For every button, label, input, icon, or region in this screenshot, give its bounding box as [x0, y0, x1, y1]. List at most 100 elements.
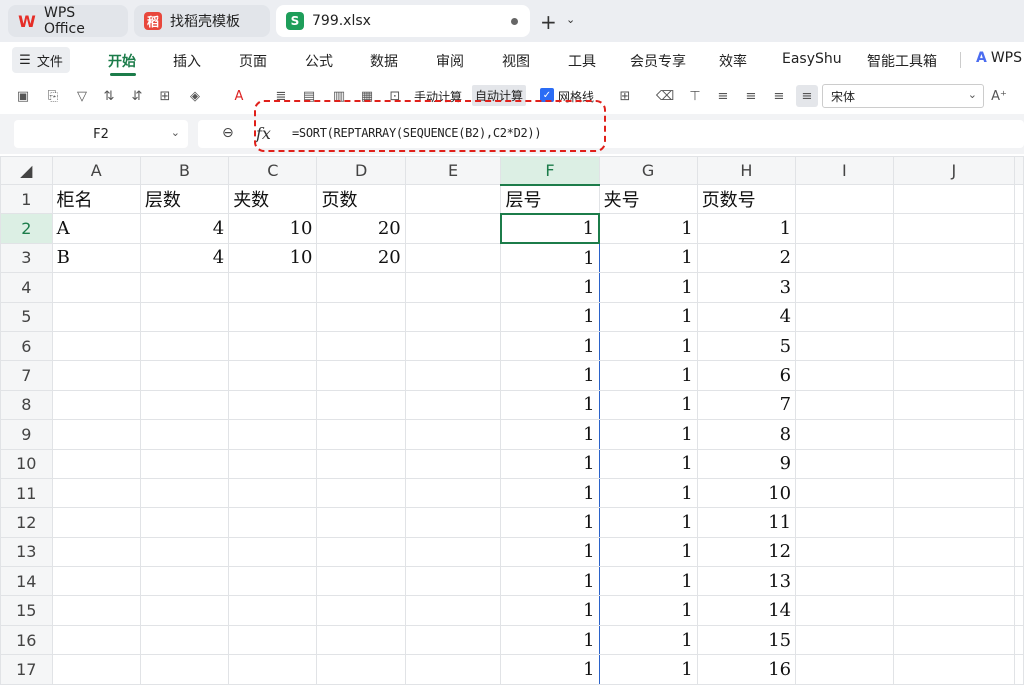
menu-home[interactable]: 开始 [108, 51, 136, 71]
cell-d4[interactable] [316, 272, 406, 303]
cell-d15[interactable] [316, 595, 406, 626]
row-header[interactable]: 4 [0, 272, 53, 303]
filter-icon[interactable]: ▽ [73, 87, 91, 105]
row-header[interactable]: 10 [0, 448, 53, 479]
cell-e2[interactable] [404, 213, 502, 244]
cell-h13[interactable]: 12 [696, 536, 797, 568]
cell-a10[interactable] [51, 448, 141, 479]
menu-easyshu[interactable]: EasyShu [782, 51, 842, 67]
cell-f12[interactable]: 1 [500, 507, 600, 538]
cell-blank[interactable] [1014, 360, 1024, 391]
cell-g17[interactable]: 1 [598, 654, 698, 685]
cell-i14[interactable] [795, 566, 894, 597]
row-header[interactable]: 14 [0, 566, 53, 597]
cell-blank[interactable] [1014, 301, 1024, 332]
cell-e7[interactable] [404, 360, 502, 391]
cell-b11[interactable] [139, 477, 230, 509]
cell-f10[interactable]: 1 [500, 448, 600, 479]
cell-format-icon[interactable]: ⊞ [616, 87, 634, 105]
cell-a7[interactable] [51, 360, 141, 391]
cell-c14[interactable] [228, 566, 318, 597]
font-family-select[interactable]: 宋体 ⌄ [822, 84, 984, 108]
column-header-c[interactable]: C [228, 156, 318, 185]
cell-i1[interactable] [795, 183, 894, 215]
cell-f17[interactable]: 1 [500, 654, 600, 685]
row-header[interactable]: 11 [0, 477, 53, 509]
cell-e6[interactable] [404, 330, 502, 362]
cell-a6[interactable] [51, 330, 141, 362]
cell-g8[interactable]: 1 [598, 389, 698, 421]
zoom-icon[interactable]: ⊖ [222, 125, 234, 141]
sort-desc-icon[interactable]: ⇵ [128, 87, 146, 105]
select-all-corner[interactable]: ◢ [0, 156, 53, 185]
cell-b3[interactable]: 4 [139, 242, 230, 274]
cell-f6[interactable]: 1 [500, 330, 600, 362]
cell-j11[interactable] [892, 477, 1016, 509]
menu-data[interactable]: 数据 [370, 51, 398, 71]
cell-blank[interactable] [1014, 595, 1024, 626]
align-top-icon[interactable]: ⊤ [686, 87, 704, 105]
cell-c2[interactable]: 10 [228, 213, 318, 244]
cell-g5[interactable]: 1 [598, 301, 698, 332]
cell-h6[interactable]: 5 [696, 330, 797, 362]
cell-a1[interactable]: 柜名 [51, 183, 141, 215]
cell-g16[interactable]: 1 [598, 624, 698, 656]
cell-i10[interactable] [795, 448, 894, 479]
cell-j8[interactable] [892, 389, 1016, 421]
cell-d16[interactable] [316, 624, 406, 656]
cell-c15[interactable] [228, 595, 318, 626]
cell-a4[interactable] [51, 272, 141, 303]
cell-i3[interactable] [795, 242, 894, 274]
cell-i11[interactable] [795, 477, 894, 509]
cell-j10[interactable] [892, 448, 1016, 479]
cell-j12[interactable] [892, 507, 1016, 538]
cell-c16[interactable] [228, 624, 318, 656]
cell-f5[interactable]: 1 [500, 301, 600, 332]
cell-e5[interactable] [404, 301, 502, 332]
cell-a5[interactable] [51, 301, 141, 332]
cell-a9[interactable] [51, 419, 141, 450]
increase-font-icon[interactable]: A⁺ [990, 87, 1008, 105]
cell-a13[interactable] [51, 536, 141, 568]
menu-page[interactable]: 页面 [239, 51, 267, 71]
cell-j15[interactable] [892, 595, 1016, 626]
cell-g10[interactable]: 1 [598, 448, 698, 479]
cell-i16[interactable] [795, 624, 894, 656]
menu-insert[interactable]: 插入 [173, 51, 201, 71]
cell-a17[interactable] [51, 654, 141, 685]
cell-d9[interactable] [316, 419, 406, 450]
cell-b14[interactable] [139, 566, 230, 597]
cell-blank[interactable] [1014, 389, 1024, 421]
cell-a12[interactable] [51, 507, 141, 538]
cell-c8[interactable] [228, 389, 318, 421]
cell-e10[interactable] [404, 448, 502, 479]
cell-h9[interactable]: 8 [696, 419, 797, 450]
cell-g11[interactable]: 1 [598, 477, 698, 509]
cell-e17[interactable] [404, 654, 502, 685]
cell-j13[interactable] [892, 536, 1016, 568]
cell-c3[interactable]: 10 [228, 242, 318, 274]
cell-b15[interactable] [139, 595, 230, 626]
cell-j2[interactable] [892, 213, 1016, 244]
new-tab-plus-icon[interactable]: + [540, 10, 557, 34]
cell-i6[interactable] [795, 330, 894, 362]
cell-d7[interactable] [316, 360, 406, 391]
clear-format-icon[interactable]: ⌫ [656, 87, 674, 105]
cell-e8[interactable] [404, 389, 502, 421]
row-header[interactable]: 8 [0, 389, 53, 421]
cell-d17[interactable] [316, 654, 406, 685]
cell-a15[interactable] [51, 595, 141, 626]
cell-c1[interactable]: 夹数 [228, 183, 318, 215]
cell-e3[interactable] [404, 242, 502, 274]
cell-h12[interactable]: 11 [696, 507, 797, 538]
cell-h16[interactable]: 15 [696, 624, 797, 656]
row-header[interactable]: 12 [0, 507, 53, 538]
cell-j6[interactable] [892, 330, 1016, 362]
align-bottom-icon[interactable]: ≡ [770, 87, 788, 105]
cell-c10[interactable] [228, 448, 318, 479]
align-middle-icon[interactable]: ≡ [714, 87, 732, 105]
menu-member[interactable]: 会员专享 [630, 51, 686, 71]
cell-g7[interactable]: 1 [598, 360, 698, 391]
cell-j5[interactable] [892, 301, 1016, 332]
cell-e12[interactable] [404, 507, 502, 538]
